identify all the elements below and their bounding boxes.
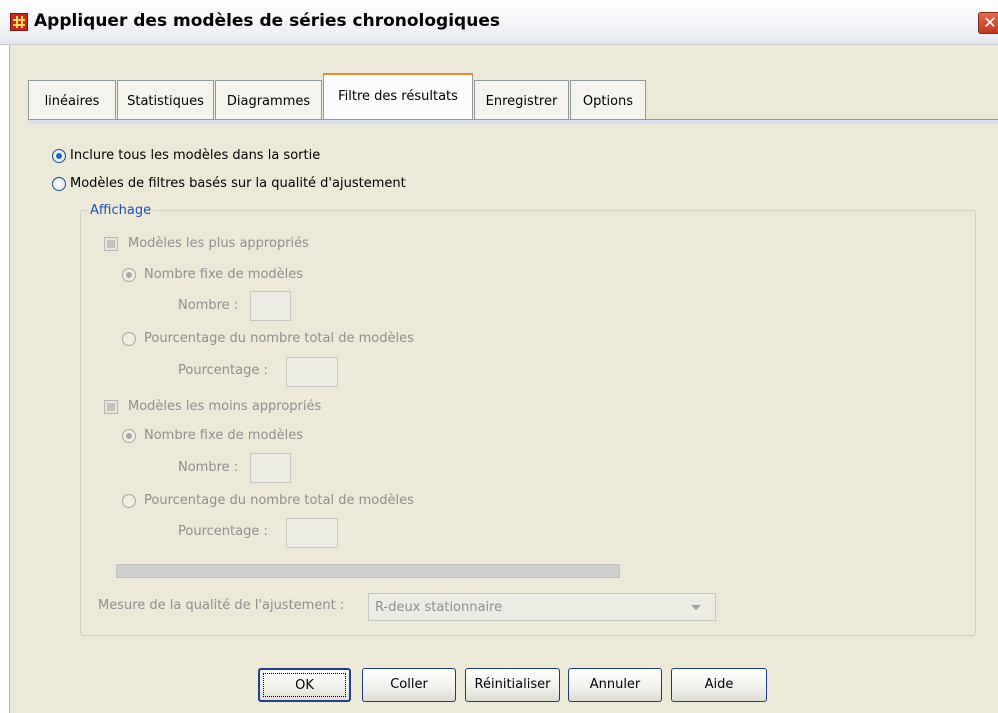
fit-measure-select[interactable]: R-deux stationnaire: [368, 593, 716, 621]
fit-measure-label: Mesure de la qualité de l'ajustement :: [98, 598, 345, 613]
tab-panel-border: [28, 119, 998, 124]
best-models-checkbox[interactable]: [104, 237, 118, 251]
cancel-button[interactable]: Annuler: [568, 668, 662, 702]
worst-models-checkbox[interactable]: [104, 400, 118, 414]
dialog-window: Appliquer des modèles de séries chronolo…: [0, 0, 998, 713]
close-button[interactable]: ✕: [978, 12, 998, 34]
focus-rectangle: [263, 673, 346, 697]
best-percentage-input[interactable]: [286, 357, 338, 387]
worst-fixed-number-radio[interactable]: [122, 429, 136, 443]
tab-lineaires[interactable]: linéaires: [28, 80, 116, 120]
filter-by-fit-radio[interactable]: [52, 177, 66, 191]
help-button[interactable]: Aide: [671, 668, 767, 702]
fit-measure-value: R-deux stationnaire: [375, 600, 503, 615]
include-all-models-label[interactable]: Inclure tous les modèles dans la sortie: [70, 148, 320, 163]
tab-statistiques[interactable]: Statistiques: [117, 80, 214, 120]
best-models-label[interactable]: Modèles les plus appropriés: [128, 236, 309, 251]
best-number-label: Nombre :: [178, 298, 239, 313]
chevron-down-icon[interactable]: [691, 605, 701, 610]
ok-button[interactable]: OK: [258, 668, 351, 702]
worst-fixed-number-label[interactable]: Nombre fixe de modèles: [144, 428, 303, 443]
worst-percentage-option-label[interactable]: Pourcentage du nombre total de modèles: [144, 493, 414, 508]
best-percentage-radio[interactable]: [122, 332, 136, 346]
tab-diagrammes[interactable]: Diagrammes: [215, 80, 322, 120]
window-left-edge: [0, 45, 10, 713]
tab-enregistrer[interactable]: Enregistrer: [474, 80, 569, 120]
paste-button[interactable]: Coller: [362, 668, 456, 702]
tab-filtre-des-resultats[interactable]: Filtre des résultats: [323, 73, 473, 121]
disabled-separator-bar: [116, 564, 620, 578]
worst-number-input[interactable]: [250, 453, 291, 483]
best-percentage-label: Pourcentage :: [178, 363, 268, 378]
reset-button[interactable]: Réinitialiser: [465, 668, 560, 702]
worst-number-label: Nombre :: [178, 460, 239, 475]
worst-percentage-label: Pourcentage :: [178, 524, 268, 539]
best-number-input[interactable]: [250, 291, 291, 321]
best-percentage-option-label[interactable]: Pourcentage du nombre total de modèles: [144, 331, 414, 346]
display-group-legend: Affichage: [88, 203, 154, 218]
tab-options[interactable]: Options: [570, 80, 646, 120]
worst-percentage-radio[interactable]: [122, 494, 136, 508]
include-all-models-radio[interactable]: [52, 149, 66, 163]
worst-models-label[interactable]: Modèles les moins appropriés: [128, 399, 321, 414]
best-fixed-number-label[interactable]: Nombre fixe de modèles: [144, 267, 303, 282]
worst-percentage-input[interactable]: [286, 518, 338, 548]
filter-by-fit-label[interactable]: Modèles de filtres basés sur la qualité …: [70, 176, 406, 191]
window-title: Appliquer des modèles de séries chronolo…: [34, 11, 500, 31]
spss-grid-icon: [10, 13, 28, 31]
best-fixed-number-radio[interactable]: [122, 268, 136, 282]
title-bar[interactable]: Appliquer des modèles de séries chronolo…: [0, 0, 998, 45]
